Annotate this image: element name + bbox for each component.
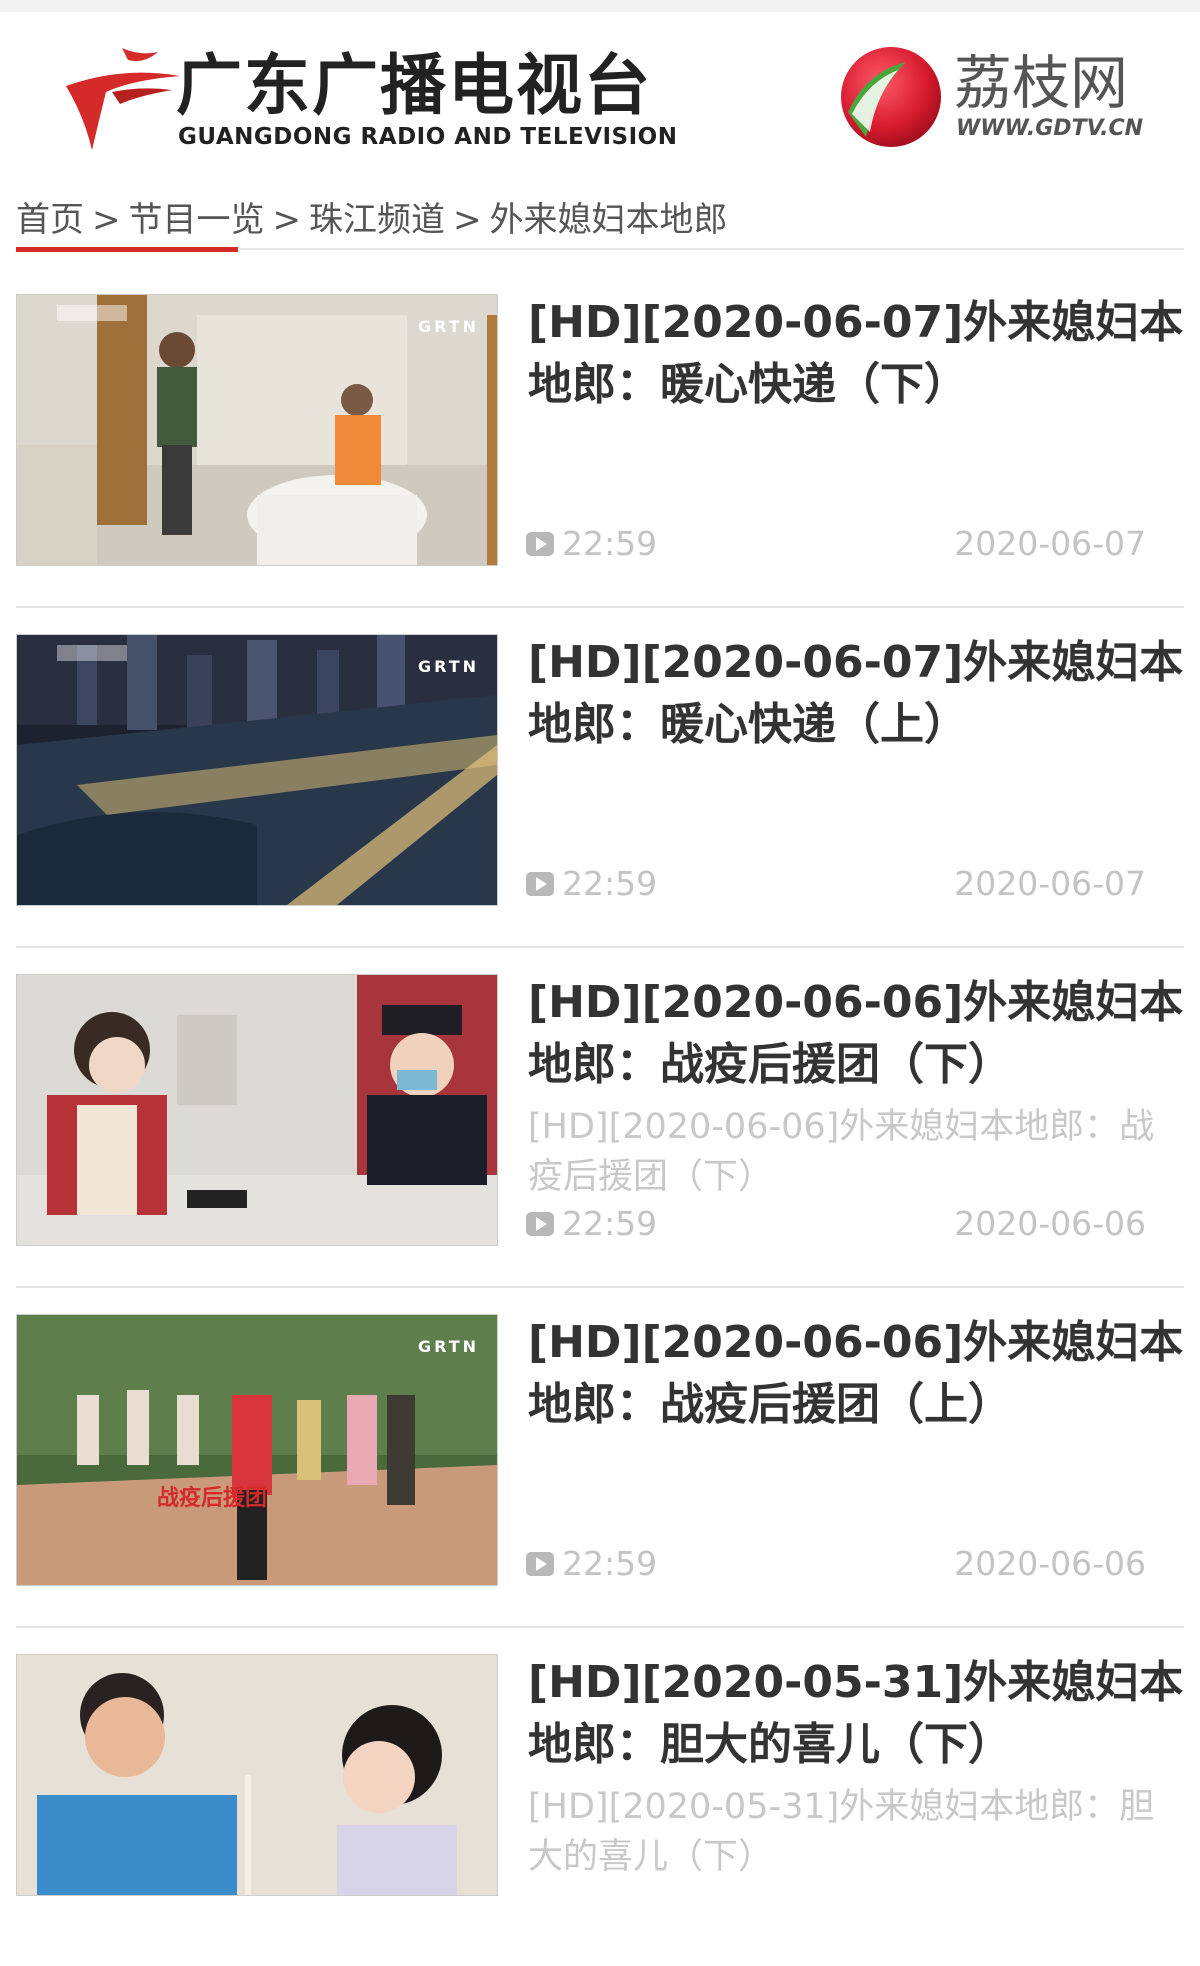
video-thumbnail[interactable]: GRTN <box>16 294 498 566</box>
video-thumbnail[interactable]: GRTN <box>16 634 498 906</box>
video-list-item[interactable]: GRTN [HD][2020-06-07]外来媳妇本地郎：暖心快递（下） 22:… <box>16 266 1184 608</box>
breadcrumb-separator: > <box>272 200 302 240</box>
play-icon <box>526 1551 554 1576</box>
video-description: [HD][2020-06-06]外来媳妇本地郎：战疫后援团（下） <box>528 1107 1155 1197</box>
video-thumbnail[interactable] <box>16 974 498 1246</box>
status-bar <box>0 0 1200 12</box>
duration: 22:59 <box>526 1204 657 1244</box>
gdrtv-mark-icon <box>66 48 180 150</box>
thumbnail-watermark: GRTN <box>417 317 479 336</box>
gdrtv-name-cn: 广东广播电视台 <box>176 47 652 124</box>
breadcrumb-separator: > <box>453 200 482 240</box>
lizhi-logo[interactable]: 荔枝网 WWW.GDTV.CN <box>836 42 1166 162</box>
video-title[interactable]: [HD][2020-06-07]外来媳妇本地郎：暖心快递（上） <box>528 632 1188 756</box>
video-list-item[interactable]: 战疫后援团 GRTN [HD][2020-06-06]外来媳妇本地郎：战疫后援团… <box>16 1286 1184 1628</box>
video-title[interactable]: [HD][2020-06-06]外来媳妇本地郎：战疫后援团（上） <box>528 1312 1188 1436</box>
gdrtv-name-en: GUANGDONG RADIO AND TELEVISION <box>178 124 678 150</box>
play-icon <box>526 531 554 556</box>
video-meta: 22:59 2020-06-07 <box>526 864 1146 904</box>
video-thumbnail[interactable]: 战疫后援团 GRTN <box>16 1314 498 1586</box>
video-list-item[interactable]: [HD][2020-05-31]外来媳妇本地郎：胆大的喜儿（下） [HD][20… <box>16 1626 1184 1966</box>
duration: 22:59 <box>526 1544 657 1584</box>
breadcrumb-current: 外来媳妇本地郎 <box>489 200 728 240</box>
breadcrumb-channel[interactable]: 珠江频道 <box>309 200 445 240</box>
video-title[interactable]: [HD][2020-06-06]外来媳妇本地郎：战疫后援团（下） <box>528 972 1188 1096</box>
duration: 22:59 <box>526 864 657 904</box>
thumbnail-watermark: GRTN <box>417 1337 479 1356</box>
video-description: [HD][2020-05-31]外来媳妇本地郎：胆大的喜儿（下） <box>528 1787 1155 1877</box>
publish-date: 2020-06-07 <box>954 524 1146 563</box>
duration-text: 22:59 <box>562 864 658 903</box>
thumbnail-caption: 战疫后援团 <box>157 1485 267 1511</box>
breadcrumb-separator: > <box>92 200 121 240</box>
publish-date: 2020-06-06 <box>954 1204 1146 1243</box>
video-meta: 22:59 2020-06-06 <box>526 1204 1146 1244</box>
video-thumbnail[interactable] <box>16 1654 498 1896</box>
video-meta: 22:59 2020-06-07 <box>526 524 1146 564</box>
gdrtv-logo[interactable]: 广东广播电视台 GUANGDONG RADIO AND TELEVISION <box>62 32 677 162</box>
site-header: 广东广播电视台 GUANGDONG RADIO AND TELEVISION 荔… <box>0 12 1200 170</box>
play-icon <box>526 871 554 896</box>
lizhi-name-cn: 荔枝网 <box>954 49 1129 117</box>
thumbnail-watermark: GRTN <box>417 657 479 676</box>
video-list-item[interactable]: GRTN [HD][2020-06-07]外来媳妇本地郎：暖心快递（上） 22:… <box>16 606 1184 948</box>
breadcrumb-home[interactable]: 首页 <box>16 200 84 240</box>
video-meta: 22:59 2020-06-06 <box>526 1544 1146 1584</box>
thumbnail-image <box>17 1655 497 1895</box>
breadcrumb-active-indicator <box>16 247 238 252</box>
lizhi-url: WWW.GDTV.CN <box>956 116 1144 141</box>
play-icon <box>526 1211 554 1236</box>
duration-text: 22:59 <box>562 1544 658 1583</box>
duration: 22:59 <box>526 524 657 564</box>
publish-date: 2020-06-07 <box>954 864 1146 903</box>
duration-text: 22:59 <box>562 1204 658 1243</box>
publish-date: 2020-06-06 <box>954 1544 1146 1583</box>
video-title[interactable]: [HD][2020-06-07]外来媳妇本地郎：暖心快递（下） <box>528 292 1188 416</box>
breadcrumb: 首页 > 节目一览 > 珠江频道 > 外来媳妇本地郎 <box>16 196 1184 252</box>
video-title[interactable]: [HD][2020-05-31]外来媳妇本地郎：胆大的喜儿（下） <box>528 1652 1188 1776</box>
thumbnail-image <box>17 975 497 1245</box>
breadcrumb-program-list[interactable]: 节目一览 <box>129 200 265 240</box>
lychee-icon <box>841 47 941 147</box>
duration-text: 22:59 <box>562 524 658 563</box>
video-list-item[interactable]: [HD][2020-06-06]外来媳妇本地郎：战疫后援团（下） [HD][20… <box>16 946 1184 1288</box>
